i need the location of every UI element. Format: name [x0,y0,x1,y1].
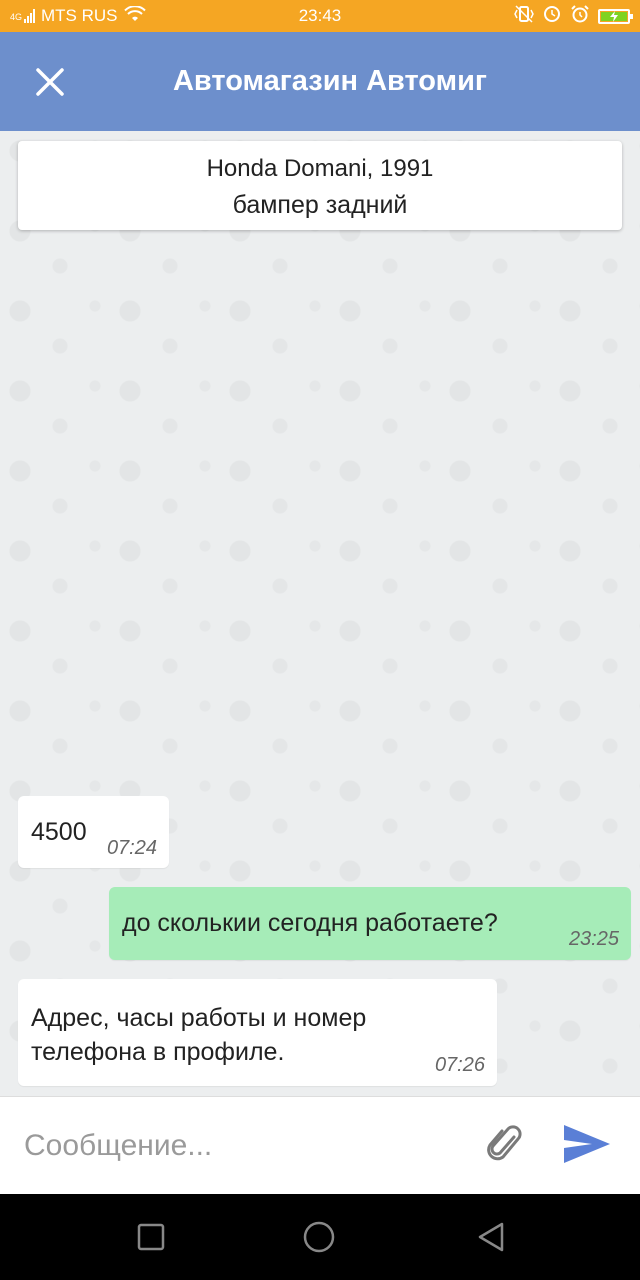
chat-area[interactable]: Honda Domani, 1991 бампер задний 4500 07… [0,131,640,1096]
status-left: 4G MTS RUS [10,4,514,27]
message-composer [0,1096,640,1194]
back-icon [478,1222,504,1252]
home-icon [303,1221,335,1253]
message-time: 23:25 [568,928,619,950]
message-text: Адрес, часы работы и номер телефона в пр… [31,1004,367,1066]
message-time: 07:24 [106,837,157,859]
send-button[interactable] [562,1123,612,1165]
signal-icon [24,9,36,23]
status-right [514,4,633,28]
car-model: Honda Domani, 1991 [206,155,434,182]
back-button[interactable] [474,1220,508,1254]
product-context-card[interactable]: Honda Domani, 1991 бампер задний [18,141,622,230]
incoming-message[interactable]: 4500 07:24 [18,796,169,868]
recent-apps-icon [137,1223,165,1251]
status-bar: 4G MTS RUS 23:43 [0,0,640,32]
wifi-icon [123,4,146,27]
paperclip-icon [487,1125,522,1161]
clock-icon [570,4,590,28]
attach-button[interactable] [486,1123,526,1167]
outgoing-message[interactable]: до сколькии сегодня работаете? 23:25 [109,887,631,960]
network-type-label: 4G [10,11,23,22]
send-icon [564,1125,610,1163]
system-nav-bar [0,1194,640,1280]
vibrate-icon [514,4,534,28]
app-bar: Автомагазин Автомиг [0,32,640,131]
battery-charging-icon [598,8,633,24]
home-button[interactable] [302,1220,336,1254]
message-text: до сколькии сегодня работаете? [122,909,498,937]
message-time: 07:26 [434,1054,485,1076]
carrier-name: MTS RUS [41,6,118,25]
close-button[interactable] [30,62,70,102]
part-name: бампер задний [232,191,408,219]
message-text: 4500 [31,818,87,846]
recent-apps-button[interactable] [134,1220,168,1254]
alarm-icon [542,5,562,28]
message-input[interactable] [24,1121,464,1171]
incoming-message[interactable]: Адрес, часы работы и номер телефона в пр… [18,979,497,1086]
page-title: Автомагазин Автомиг [172,65,487,97]
close-icon [36,68,64,96]
